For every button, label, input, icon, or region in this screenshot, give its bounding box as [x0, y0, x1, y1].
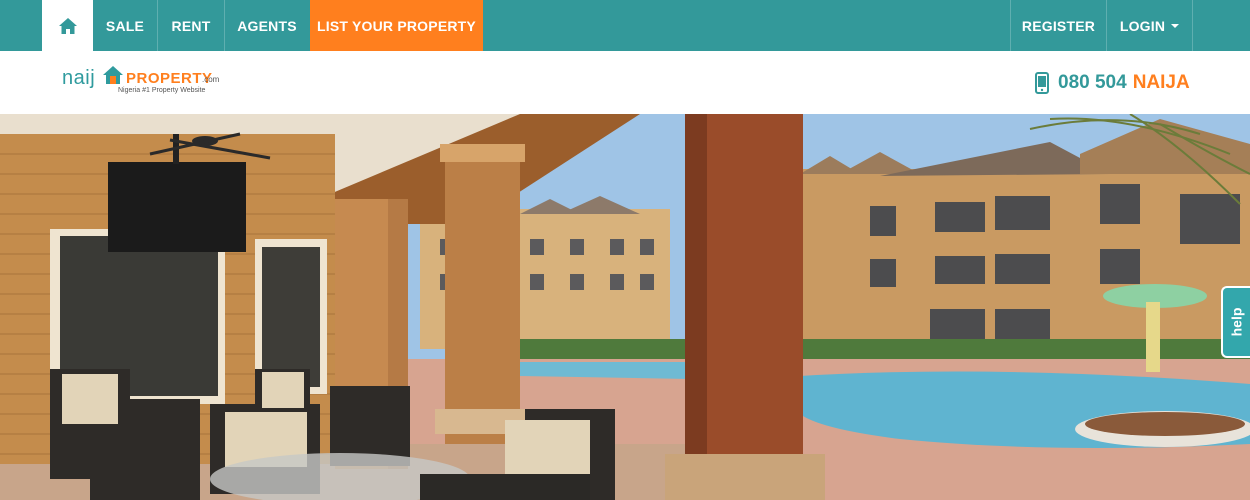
hero-illustration	[0, 114, 1250, 500]
nav-agents[interactable]: AGENTS	[225, 0, 309, 51]
logo-com-text: .com	[202, 75, 220, 84]
logo-property-text: PROPERTY	[126, 70, 213, 87]
nav-rent[interactable]: RENT	[158, 0, 224, 51]
help-tab[interactable]: help	[1221, 286, 1250, 358]
nav-sale[interactable]: SALE	[93, 0, 157, 51]
nav-register[interactable]: REGISTER	[1011, 0, 1106, 51]
phone-number: 080 504	[1058, 72, 1127, 93]
caret-down-icon	[1171, 23, 1180, 28]
nav-login[interactable]: LOGIN	[1107, 0, 1192, 51]
logo-naij-text: naij	[62, 67, 96, 89]
logo-house-icon	[103, 66, 123, 84]
home-icon	[58, 17, 77, 34]
top-navigation: SALE RENT AGENTS LIST YOUR PROPERTY REGI…	[0, 0, 1250, 51]
help-label: help	[1228, 307, 1245, 337]
contact-phone[interactable]: 080 504 NAIJA	[1035, 71, 1190, 95]
mobile-phone-icon	[1035, 72, 1049, 94]
site-logo[interactable]: naij PROPERTY .com Nigeria #1 Property W…	[62, 65, 232, 101]
nav-home[interactable]	[42, 0, 93, 51]
nav-list-your-property[interactable]: LIST YOUR PROPERTY	[310, 0, 483, 51]
nav-login-label: LOGIN	[1119, 17, 1166, 34]
site-header: naij PROPERTY .com Nigeria #1 Property W…	[0, 51, 1250, 114]
nav-divider	[1192, 0, 1193, 51]
hero-image	[0, 114, 1250, 500]
logo-tagline: Nigeria #1 Property Website	[118, 87, 206, 94]
phone-word: NAIJA	[1132, 72, 1190, 93]
